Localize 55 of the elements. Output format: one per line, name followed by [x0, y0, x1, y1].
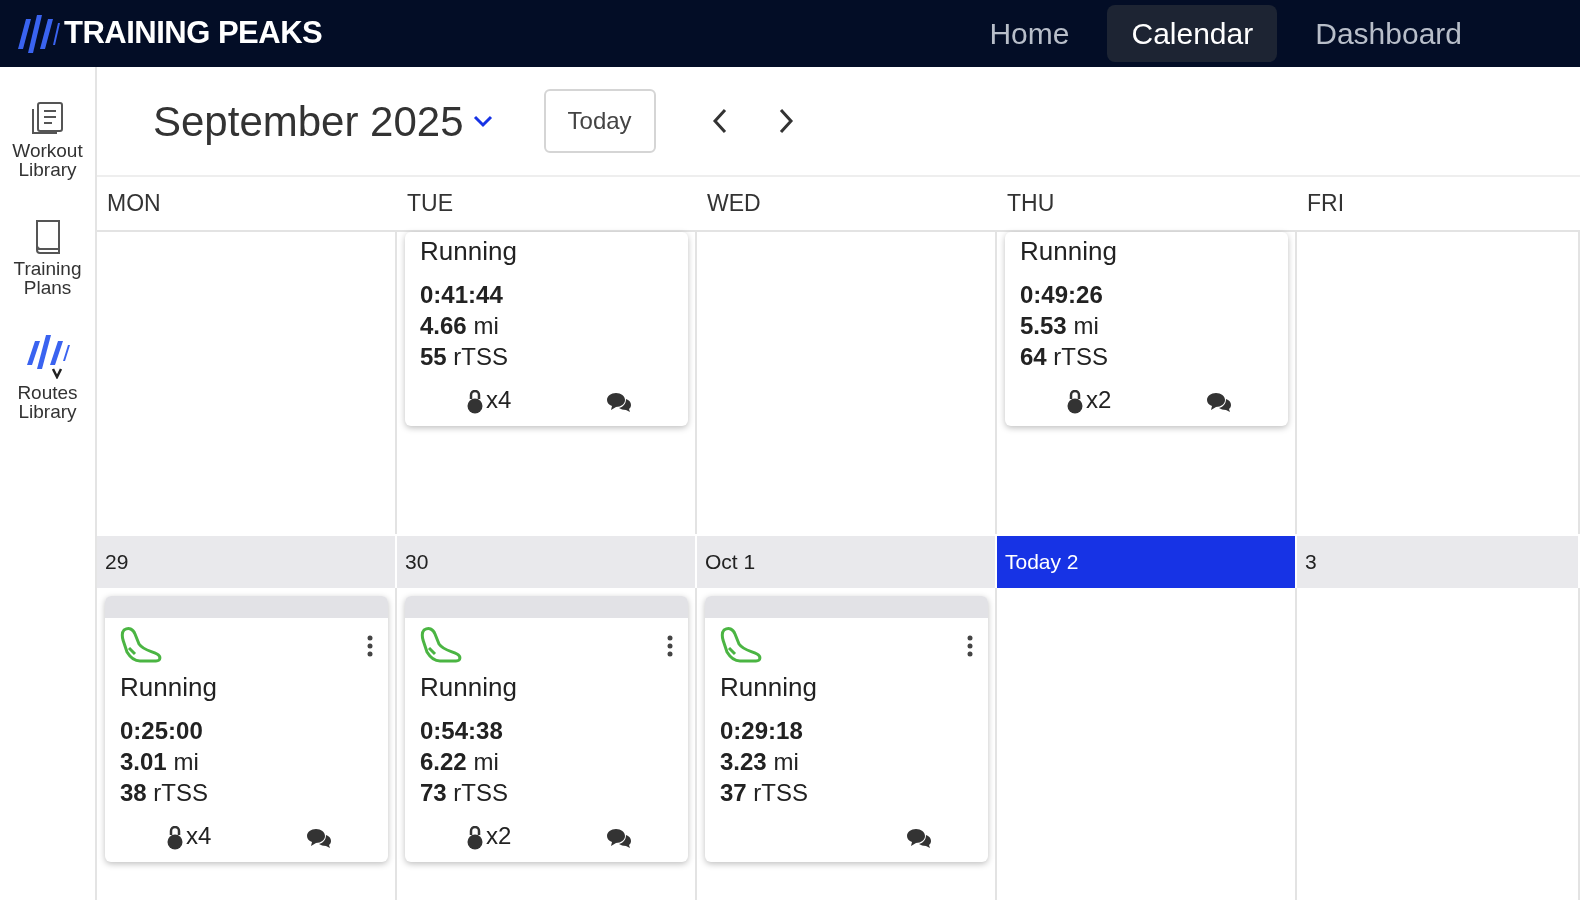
logo-icon: [18, 14, 60, 53]
workout-duration: 0:29:18: [720, 716, 804, 746]
workout-tss: 73 rTSS: [420, 778, 510, 808]
shoe-icon: [420, 626, 464, 664]
today-button[interactable]: Today: [543, 89, 656, 153]
workout-duration: 0:25:00: [120, 716, 204, 746]
strength-count: x4: [186, 821, 212, 851]
workout-distance: 3.23 mi: [720, 747, 800, 777]
workout-tss: 64 rTSS: [1020, 342, 1110, 372]
weekday-header: FRI: [1297, 175, 1580, 232]
workout-title: Running: [420, 671, 518, 704]
workout-title: Running: [120, 671, 218, 704]
workout-title: Running: [720, 671, 818, 704]
workout-distance: 6.22 mi: [420, 747, 500, 777]
nav-tab[interactable]: Dashboard: [1291, 5, 1486, 62]
strength-count: x2: [1086, 385, 1112, 415]
kebab-menu-icon[interactable]: [667, 633, 673, 657]
workout-card[interactable]: Running 0:54:38 6.22 mi 73 rTSS x2: [405, 596, 688, 862]
workout-card[interactable]: Running 0:29:18 3.23 mi 37 rTSS: [705, 596, 988, 862]
weekday-header: WED: [697, 175, 997, 232]
workout-duration: 0:41:44: [420, 280, 504, 310]
date-header: Oct 1: [697, 536, 997, 588]
kebab-menu-icon[interactable]: [367, 633, 373, 657]
date-header: 30: [397, 536, 697, 588]
workout-distance: 4.66 mi: [420, 311, 500, 341]
date-header: Today 2: [997, 536, 1297, 588]
chevron-down-icon: [471, 114, 494, 128]
nav-tab[interactable]: Calendar: [1107, 5, 1278, 62]
shoe-icon: [120, 626, 164, 664]
nav-tab[interactable]: Home: [965, 5, 1094, 62]
workout-card[interactable]: Running 0:41:44 4.66 mi 55 rTSS x4: [405, 232, 688, 426]
brand-name: TRAINING PEAKS: [64, 14, 323, 53]
weekday-header: MON: [97, 175, 397, 232]
date-header: 3: [1297, 536, 1580, 588]
kebab-menu-icon[interactable]: [967, 633, 973, 657]
shoe-icon: [720, 626, 764, 664]
sidebar-item[interactable]: Workout Library: [2, 101, 93, 179]
workout-duration: 0:54:38: [420, 716, 504, 746]
route-icon: [25, 335, 70, 379]
workout-title: Running: [1020, 235, 1118, 268]
sidebar-item[interactable]: Training Plans: [2, 217, 93, 297]
workout-tss: 55 rTSS: [420, 342, 510, 372]
month-dropdown[interactable]: September 2025: [147, 88, 500, 154]
sidebar-item[interactable]: Routes Library: [2, 335, 93, 421]
workout-distance: 5.53 mi: [1020, 311, 1100, 341]
workout-card[interactable]: Running 0:25:00 3.01 mi 38 rTSS x4: [105, 596, 388, 862]
workout-tss: 37 rTSS: [720, 778, 810, 808]
workout-duration: 0:49:26: [1020, 280, 1104, 310]
strength-count: x4: [486, 385, 512, 415]
strength-count: x2: [486, 821, 512, 851]
date-header: 29: [97, 536, 397, 588]
workout-card[interactable]: Running 0:49:26 5.53 mi 64 rTSS x2: [1005, 232, 1288, 426]
workout-distance: 3.01 mi: [120, 747, 200, 777]
workout-title: Running: [420, 235, 518, 268]
workout-tss: 38 rTSS: [120, 778, 210, 808]
